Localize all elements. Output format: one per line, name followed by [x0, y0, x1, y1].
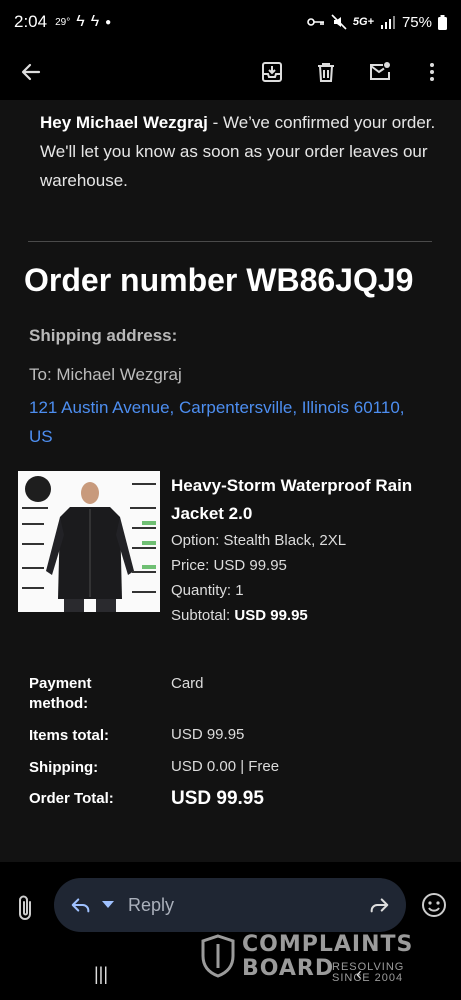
- order-total-row: Order Total:: [29, 789, 139, 809]
- greeting-name: Hey Michael Wezgraj: [40, 113, 208, 132]
- reply-area: Reply COMPLAINTS BOARD RESOLVING SINCE 2…: [0, 862, 461, 1000]
- product-details: Heavy-Storm Waterproof Rain Jacket 2.0 O…: [171, 472, 451, 628]
- mark-unread-button[interactable]: [364, 56, 396, 88]
- key-icon: [307, 18, 324, 26]
- product-option: Option: Stealth Black, 2XL: [171, 532, 347, 549]
- signal-icon: [380, 16, 395, 29]
- more-options-button[interactable]: [416, 56, 448, 88]
- email-body: Hey Michael Wezgraj - We’ve confirmed yo…: [0, 100, 461, 862]
- reply-placeholder: Reply: [128, 894, 175, 915]
- order-total-label: Order Total:: [29, 790, 114, 807]
- battery-percent: 75%: [401, 13, 432, 31]
- dot-icon: ●: [105, 16, 112, 28]
- product-image[interactable]: [18, 471, 160, 612]
- more-vert-icon: [430, 63, 434, 81]
- payment-method-label: Payment method:: [29, 675, 92, 712]
- bolt-icon: ϟ: [76, 13, 85, 30]
- attach-button[interactable]: [14, 894, 38, 922]
- order-total-value: USD 99.95: [171, 788, 264, 809]
- emoji-icon: [422, 893, 446, 917]
- watermark-line1: COMPLAINTS: [242, 932, 414, 957]
- product-subtotal: Subtotal: USD 99.95: [171, 603, 451, 628]
- shipping-address-label: Shipping address:: [29, 326, 178, 345]
- shipping-row: Shipping:: [29, 758, 139, 778]
- back-button[interactable]: [15, 56, 47, 88]
- bolt-icon: ϟ: [90, 13, 100, 30]
- mute-icon: [331, 14, 347, 30]
- email-intro: Hey Michael Wezgraj - We’ve confirmed yo…: [40, 108, 440, 195]
- recents-button[interactable]: |||: [94, 964, 108, 985]
- delete-button[interactable]: [310, 56, 342, 88]
- status-temperature: 29°: [55, 16, 71, 28]
- back-nav-button[interactable]: ‹: [356, 964, 362, 985]
- jacket-illustration: [18, 471, 160, 612]
- network-type: 5G+: [352, 16, 374, 28]
- product-name[interactable]: Heavy-Storm Waterproof Rain Jacket 2.0: [171, 472, 451, 528]
- items-total-value: USD 99.95: [171, 726, 245, 743]
- forward-icon[interactable]: [368, 894, 390, 916]
- items-total-label: Items total:: [29, 727, 110, 744]
- trash-icon: [318, 63, 334, 82]
- status-bar: 2:04 29° ϟ ϟ ● 5G+ 75%: [0, 0, 461, 44]
- paperclip-icon: [19, 895, 31, 920]
- reply-icon: [71, 898, 90, 913]
- email-toolbar: [0, 44, 461, 100]
- divider: [28, 241, 432, 242]
- product-quantity: Quantity: 1: [171, 582, 244, 599]
- items-total-row: Items total:: [29, 726, 139, 746]
- status-time: 2:04: [14, 12, 48, 31]
- battery-icon: [438, 14, 447, 30]
- archive-button[interactable]: [256, 56, 288, 88]
- emoji-button[interactable]: [421, 892, 447, 918]
- shipping-cost-label: Shipping:: [29, 759, 99, 776]
- arrow-left-icon: [21, 63, 41, 81]
- chevron-down-icon[interactable]: [102, 901, 114, 909]
- shipping-address-link[interactable]: 121 Austin Avenue, Carpentersville, Illi…: [29, 393, 429, 451]
- payment-method-row: Payment method:: [29, 674, 139, 714]
- shipping-cost-value: USD 0.00 | Free: [171, 758, 280, 775]
- payment-method-value: Card: [171, 675, 204, 692]
- subtotal-value: USD 99.95: [234, 607, 308, 624]
- subtotal-label: Subtotal:: [171, 607, 235, 624]
- system-nav-bar: ||| ‹: [0, 958, 461, 988]
- product-price: Price: USD 99.95: [171, 557, 287, 574]
- archive-icon: [262, 62, 282, 82]
- shipping-recipient: To: Michael Wezgraj: [29, 365, 182, 384]
- reply-box[interactable]: Reply: [54, 878, 406, 932]
- order-number-title: Order number WB86JQJ9: [24, 262, 414, 298]
- mail-unread-icon: [370, 62, 390, 80]
